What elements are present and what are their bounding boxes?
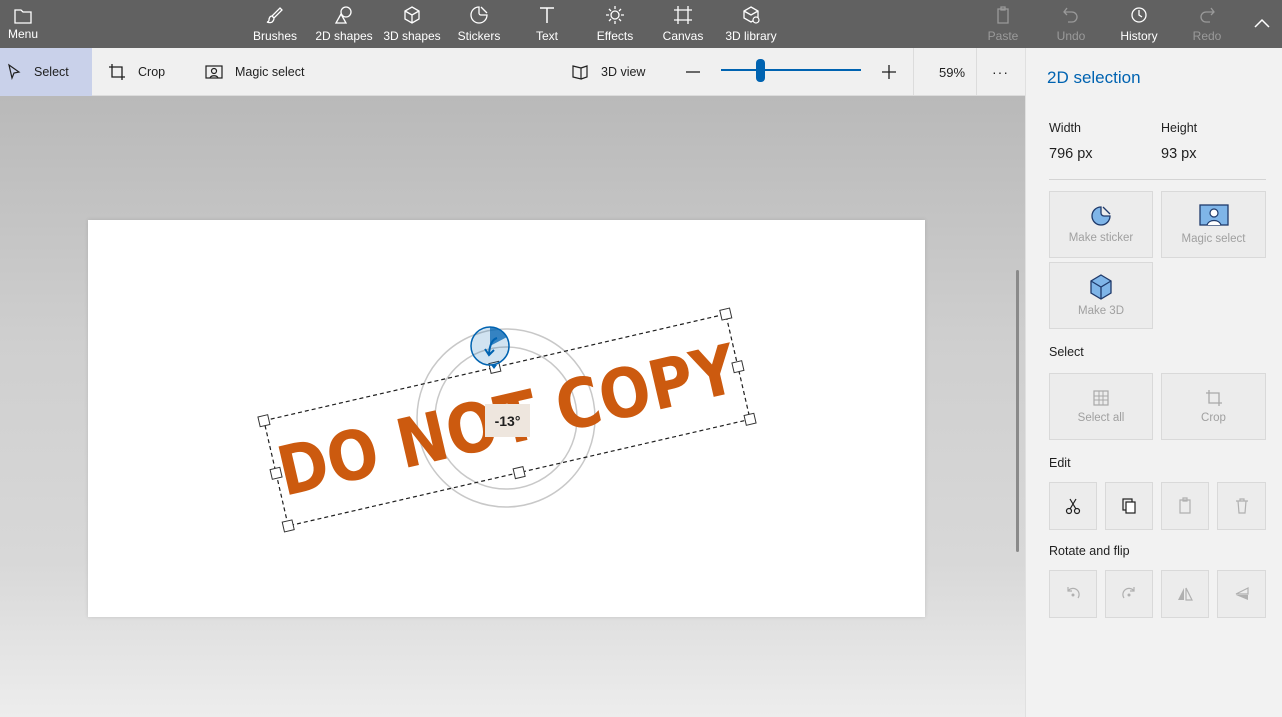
paste-icon	[1179, 497, 1191, 514]
resize-handle-top-left[interactable]	[257, 414, 271, 428]
rotate-handle[interactable]	[470, 326, 510, 369]
edit-section-label: Edit	[1049, 456, 1071, 470]
resize-handle-bottom-left[interactable]	[281, 519, 295, 533]
history-button[interactable]: History	[1115, 0, 1163, 48]
rotate-left-button[interactable]	[1049, 570, 1097, 618]
resize-handle-right[interactable]	[731, 360, 745, 374]
chevron-up-icon[interactable]	[1252, 14, 1272, 34]
flip-horizontal-button[interactable]	[1161, 570, 1209, 618]
flip-vertical-button[interactable]	[1217, 570, 1266, 618]
trash-icon	[1235, 498, 1248, 514]
flip-vertical-icon	[1235, 587, 1249, 600]
flip-horizontal-icon	[1178, 587, 1193, 601]
magic-select-panel-button[interactable]: Magic select	[1161, 191, 1266, 258]
rotate-right-button[interactable]	[1105, 570, 1153, 618]
sticker-icon	[1091, 206, 1111, 226]
magic-select-icon	[1198, 204, 1229, 226]
panel-divider	[1049, 179, 1266, 180]
copy-icon	[1122, 498, 1136, 514]
rotation-angle-badge: -13°	[485, 404, 530, 437]
panel-title: 2D selection	[1047, 68, 1141, 87]
resize-handle-top-right[interactable]	[719, 307, 733, 321]
rotate-right-icon	[1122, 587, 1135, 599]
height-label: Height	[1161, 121, 1198, 135]
selection-overlay: DO NOT COPY	[257, 307, 757, 533]
height-value[interactable]: 93 px	[1161, 146, 1196, 162]
select-section-label: Select	[1049, 345, 1084, 359]
select-all-button[interactable]: Select all	[1049, 373, 1153, 440]
resize-handle-bottom-right[interactable]	[743, 412, 757, 426]
width-value[interactable]: 796 px	[1049, 146, 1093, 162]
properties-panel: 2D selection Width 796 px Height 93 px M…	[1025, 48, 1282, 717]
undo-button[interactable]: Undo	[1052, 0, 1090, 48]
select-all-icon	[1093, 390, 1109, 406]
delete-button[interactable]	[1217, 482, 1266, 530]
resize-handle-left[interactable]	[269, 466, 283, 480]
copy-button[interactable]	[1105, 482, 1153, 530]
redo-icon	[1200, 7, 1215, 23]
rotate-left-icon	[1067, 587, 1080, 599]
width-label: Width	[1049, 121, 1081, 135]
cube-icon	[1090, 274, 1112, 300]
crop-icon	[1205, 390, 1222, 406]
scissors-icon	[1065, 498, 1081, 515]
resize-handle-bottom[interactable]	[512, 466, 526, 480]
history-icon	[1131, 7, 1147, 23]
crop-panel-button[interactable]: Crop	[1161, 373, 1266, 440]
make-3d-button[interactable]: Make 3D	[1049, 262, 1153, 329]
redo-button[interactable]: Redo	[1188, 0, 1226, 48]
cut-button[interactable]	[1049, 482, 1097, 530]
make-sticker-button[interactable]: Make sticker	[1049, 191, 1153, 258]
paste-panel-button[interactable]	[1161, 482, 1209, 530]
rotate-flip-section-label: Rotate and flip	[1049, 544, 1130, 558]
undo-icon	[1063, 7, 1078, 23]
